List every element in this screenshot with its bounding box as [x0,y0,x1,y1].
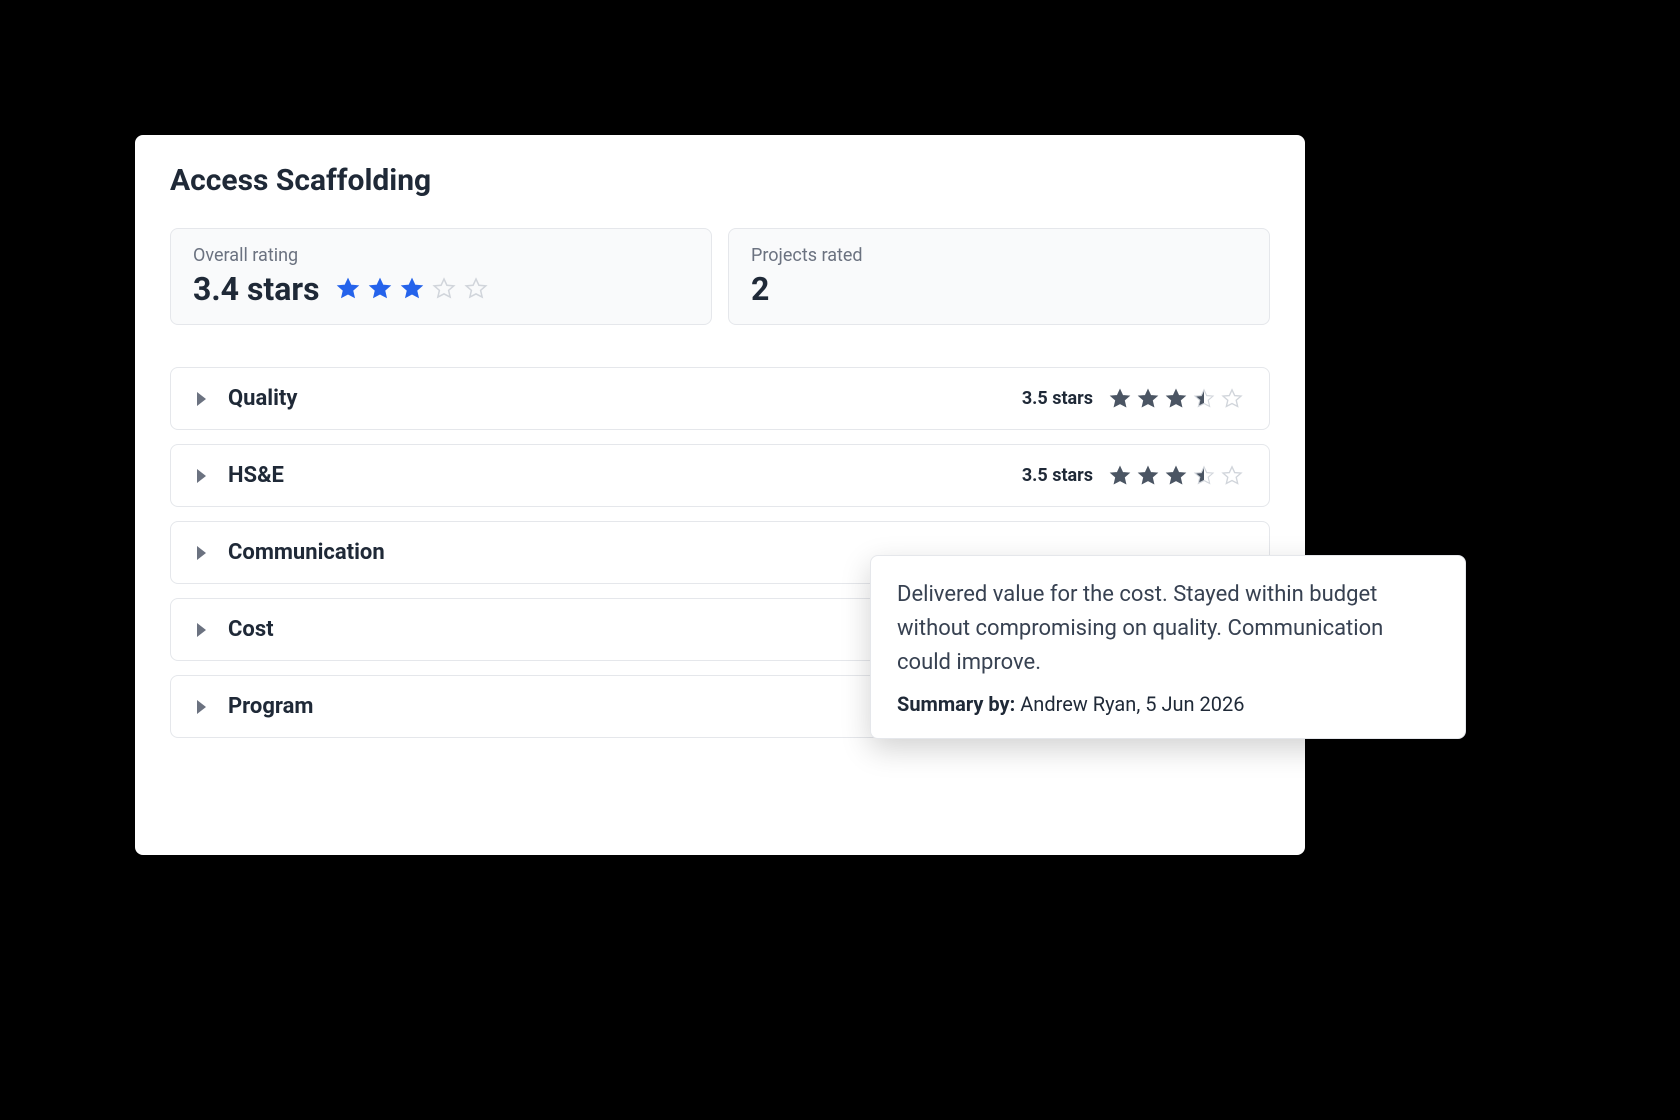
star-icon [1221,465,1243,487]
category-name: Quality [228,386,297,411]
star-icon [336,277,360,301]
overall-rating-box: Overall rating 3.4 stars [170,228,712,325]
projects-rated-value: 2 [751,270,1247,308]
star-icon [1109,465,1131,487]
category-name: Communication [228,540,385,565]
projects-rated-label: Projects rated [751,245,1247,266]
category-left: Cost [197,617,274,642]
projects-rated-box: Projects rated 2 [728,228,1270,325]
star-icon [1193,388,1215,410]
category-left: Communication [197,540,385,565]
rating-card: Access Scaffolding Overall rating 3.4 st… [135,135,1305,855]
star-icon [432,277,456,301]
tooltip-meta: Summary by: Andrew Ryan, 5 Jun 2026 [897,692,1439,716]
star-icon [368,277,392,301]
star-icon [464,277,488,301]
star-icon [1165,465,1187,487]
chevron-right-icon [197,392,206,406]
chevron-right-icon [197,469,206,483]
category-stars [1109,388,1243,410]
category-name: Cost [228,617,274,642]
chevron-right-icon [197,546,206,560]
tooltip-meta-value: Andrew Ryan, 5 Jun 2026 [1015,692,1244,716]
category-left: Program [197,694,313,719]
category-name: HS&E [228,463,284,488]
category-name: Program [228,694,313,719]
category-row[interactable]: Quality 3.5 stars [170,367,1270,430]
category-right: 3.5 stars [1022,465,1243,487]
star-icon [1137,388,1159,410]
page-title: Access Scaffolding [170,163,1270,198]
star-icon [400,277,424,301]
overall-rating-value: 3.4 stars [193,270,320,308]
chevron-right-icon [197,623,206,637]
tooltip-text: Delivered value for the cost. Stayed wit… [897,578,1439,680]
category-row[interactable]: HS&E 3.5 stars [170,444,1270,507]
star-icon [1137,465,1159,487]
star-icon [1109,388,1131,410]
summary-tooltip: Delivered value for the cost. Stayed wit… [870,555,1466,739]
overall-rating-stars [336,277,488,301]
category-score: 3.5 stars [1022,465,1093,486]
star-icon [1193,465,1215,487]
star-icon [1221,388,1243,410]
star-icon [1165,388,1187,410]
overall-rating-label: Overall rating [193,245,689,266]
tooltip-meta-label: Summary by: [897,692,1015,716]
category-stars [1109,465,1243,487]
summary-row: Overall rating 3.4 stars Projects rated … [170,228,1270,325]
category-right: 3.5 stars [1022,388,1243,410]
chevron-right-icon [197,700,206,714]
category-left: Quality [197,386,297,411]
category-score: 3.5 stars [1022,388,1093,409]
category-left: HS&E [197,463,284,488]
